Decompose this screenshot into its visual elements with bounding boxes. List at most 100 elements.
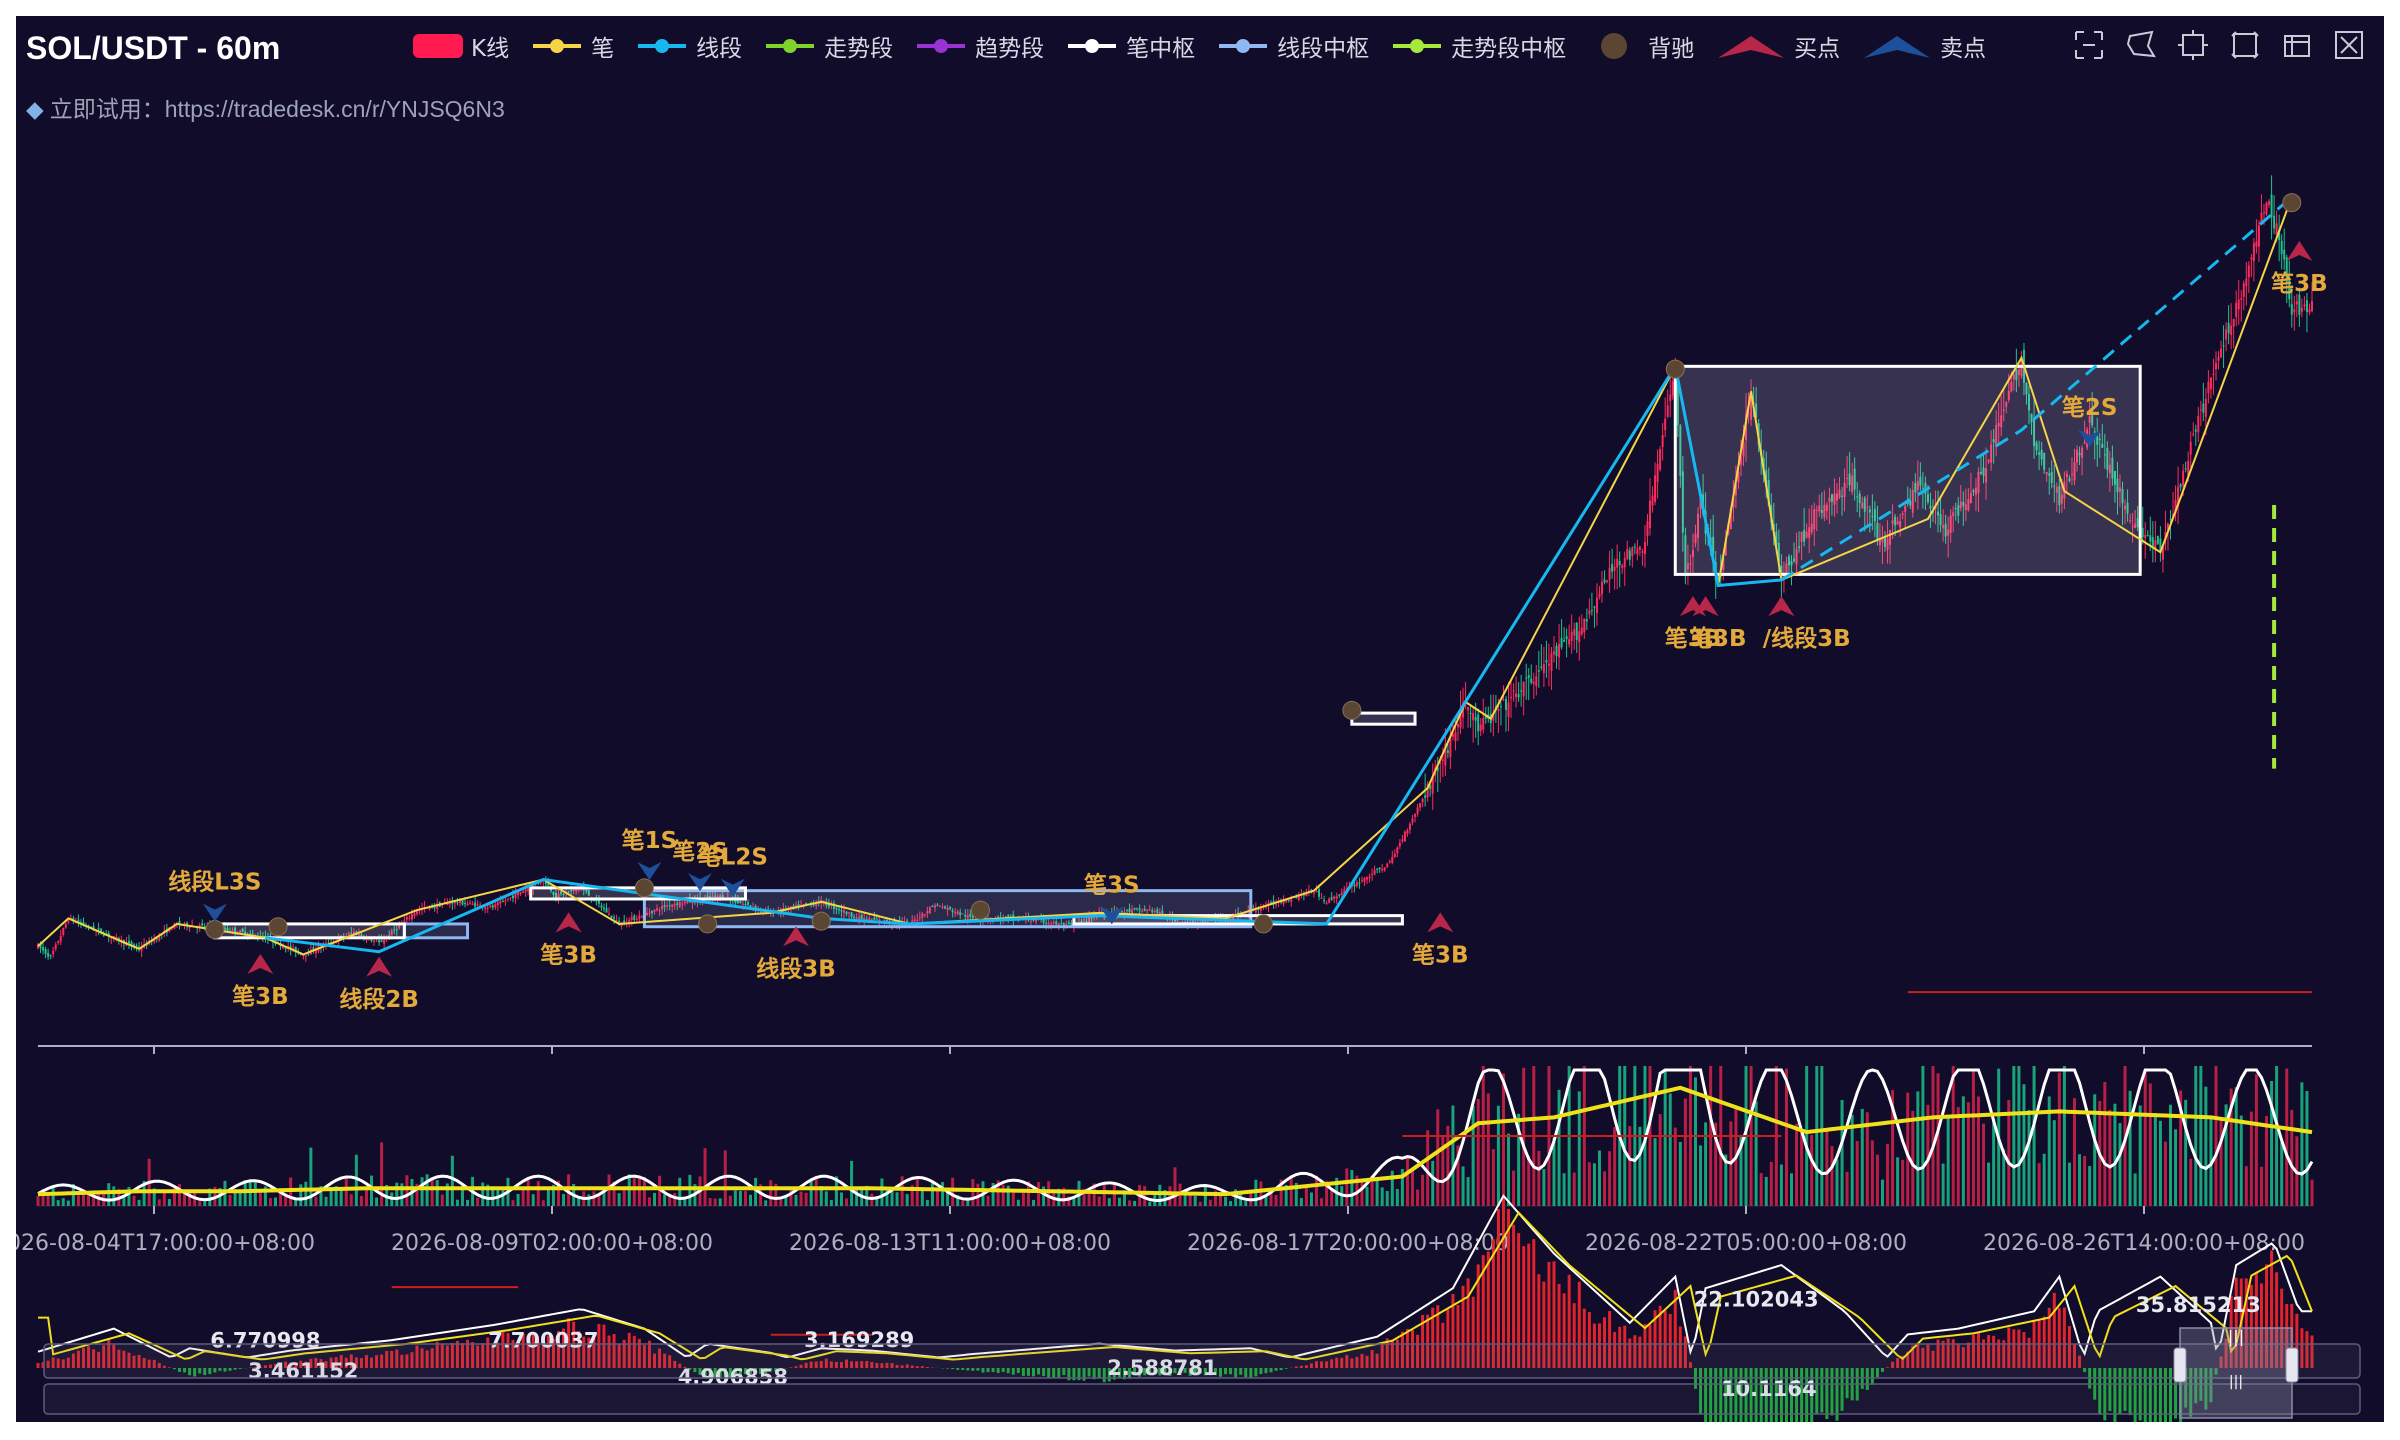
volume-bar (1309, 1192, 1313, 1206)
volume-bar (839, 1192, 843, 1206)
candle (1641, 551, 1644, 553)
candle (2204, 398, 2207, 417)
candle (506, 898, 509, 900)
restore-icon[interactable] (2228, 28, 2262, 62)
datazoom-handle[interactable] (2285, 1347, 2299, 1383)
candle (1497, 709, 1500, 711)
candle (2303, 304, 2306, 307)
volume-bar (587, 1194, 591, 1206)
candle (2293, 309, 2296, 313)
volume-bar (92, 1197, 96, 1206)
candle (1467, 706, 1470, 711)
volume-bar (647, 1197, 651, 1206)
buy-point-label: /线段3B (1763, 625, 1851, 652)
volume-bar (2285, 1068, 2289, 1206)
legend-item-7[interactable]: 走势段中枢 (1391, 29, 1566, 63)
candle (2255, 241, 2258, 247)
datazoom-handle[interactable] (2173, 1347, 2187, 1383)
legend-item-10[interactable]: 卖点 (1862, 29, 1986, 63)
buy-point-marker (1427, 912, 1454, 933)
candle (1510, 696, 1513, 699)
buy-point-marker (2286, 241, 2313, 262)
volume-bar (749, 1194, 753, 1206)
lasso-select-icon[interactable] (2124, 28, 2158, 62)
volume-bar (951, 1177, 955, 1206)
volume-bar (2305, 1091, 2309, 1206)
volume-bar (1416, 1189, 1420, 1206)
candle (1520, 690, 1523, 692)
candle (1373, 870, 1376, 875)
volume-bar (1426, 1130, 1430, 1206)
legend-item-3[interactable]: 走势段 (764, 29, 893, 63)
volume-bar (521, 1188, 525, 1206)
volume-bar (268, 1198, 272, 1206)
volume-bar (198, 1201, 202, 1206)
volume-bar (132, 1195, 136, 1206)
volume-bar (1501, 1073, 1505, 1206)
clear-select-icon[interactable] (2332, 28, 2366, 62)
candle (1414, 814, 1417, 817)
x-tick-label: 2026-08-04T17:00:00+08:00 (16, 1231, 315, 1256)
volume-bar (455, 1199, 459, 1206)
rect-select-icon[interactable] (2176, 28, 2210, 62)
candle (2149, 535, 2152, 542)
volume-bar (1107, 1198, 1111, 1206)
legend-item-8[interactable]: 背驰 (1588, 29, 1694, 63)
x-tick-label: 2026-08-22T05:00:00+08:00 (1585, 1231, 1907, 1256)
data-view-icon[interactable] (2280, 28, 2314, 62)
volume-bar (1901, 1159, 1905, 1206)
volume-bar (733, 1190, 737, 1206)
legend-item-9[interactable]: 买点 (1716, 29, 1840, 63)
trial-link[interactable]: ◆ 立即试用：https://tradedesk.cn/r/YNJSQ6N3 (26, 90, 505, 124)
candle (1312, 892, 1315, 894)
volume-bar (1951, 1066, 1955, 1206)
volume-bar (66, 1200, 70, 1206)
candle (1530, 678, 1533, 683)
candle (1424, 795, 1427, 798)
zoom-select-icon[interactable] (2072, 28, 2106, 62)
legend-item-1[interactable]: 笔 (531, 29, 614, 63)
legend-item-6[interactable]: 线段中枢 (1217, 29, 1369, 63)
sell-point-label: 线段L3S (168, 869, 261, 896)
divergence-marker (1665, 359, 1685, 379)
candle (1469, 712, 1472, 714)
volume-bar (809, 1180, 813, 1206)
volume-bar (1198, 1201, 1202, 1206)
volume-bar (1047, 1181, 1051, 1206)
volume-bar (1183, 1195, 1187, 1206)
trial-link-text[interactable]: 立即试用：https://tradedesk.cn/r/YNJSQ6N3 (50, 96, 505, 122)
volume-bar (349, 1194, 353, 1206)
volume-bar (935, 1189, 939, 1206)
candle (52, 950, 55, 955)
volume-bar (1845, 1171, 1849, 1206)
volume-bar (1385, 1191, 1389, 1206)
volume-bar (1759, 1173, 1763, 1206)
candle (2144, 534, 2147, 539)
legend-item-4[interactable]: 趋势段 (915, 29, 1044, 63)
buy-point-marker (783, 926, 809, 947)
candle (1527, 675, 1530, 679)
candle (1616, 558, 1619, 568)
volume-bar (1158, 1184, 1162, 1206)
volume-bar (2239, 1115, 2243, 1206)
volume-bar (2067, 1162, 2071, 1206)
volume-bar (1350, 1169, 1354, 1206)
volume-bar (1673, 1127, 1677, 1206)
legend-item-5[interactable]: 笔中枢 (1066, 29, 1195, 63)
candle (1568, 639, 1571, 645)
candle (514, 893, 517, 899)
legend-item-2[interactable]: 线段 (636, 29, 742, 63)
kline-chart[interactable]: 2026-08-04T17:00:00+08:00 2026-08-09T02:0… (16, 16, 2384, 1422)
candle (610, 915, 613, 918)
candle (633, 915, 636, 920)
candle (1499, 705, 1502, 707)
legend-item-0[interactable]: K线 (411, 29, 509, 63)
volume-bar (2072, 1098, 2076, 1206)
volume-bar (1982, 1123, 1986, 1206)
volume-bar (516, 1194, 520, 1206)
candle (630, 917, 633, 920)
candle (2232, 318, 2235, 327)
volume-bar (1835, 1159, 1839, 1206)
divergence-marker (205, 919, 225, 939)
candle (170, 928, 173, 930)
